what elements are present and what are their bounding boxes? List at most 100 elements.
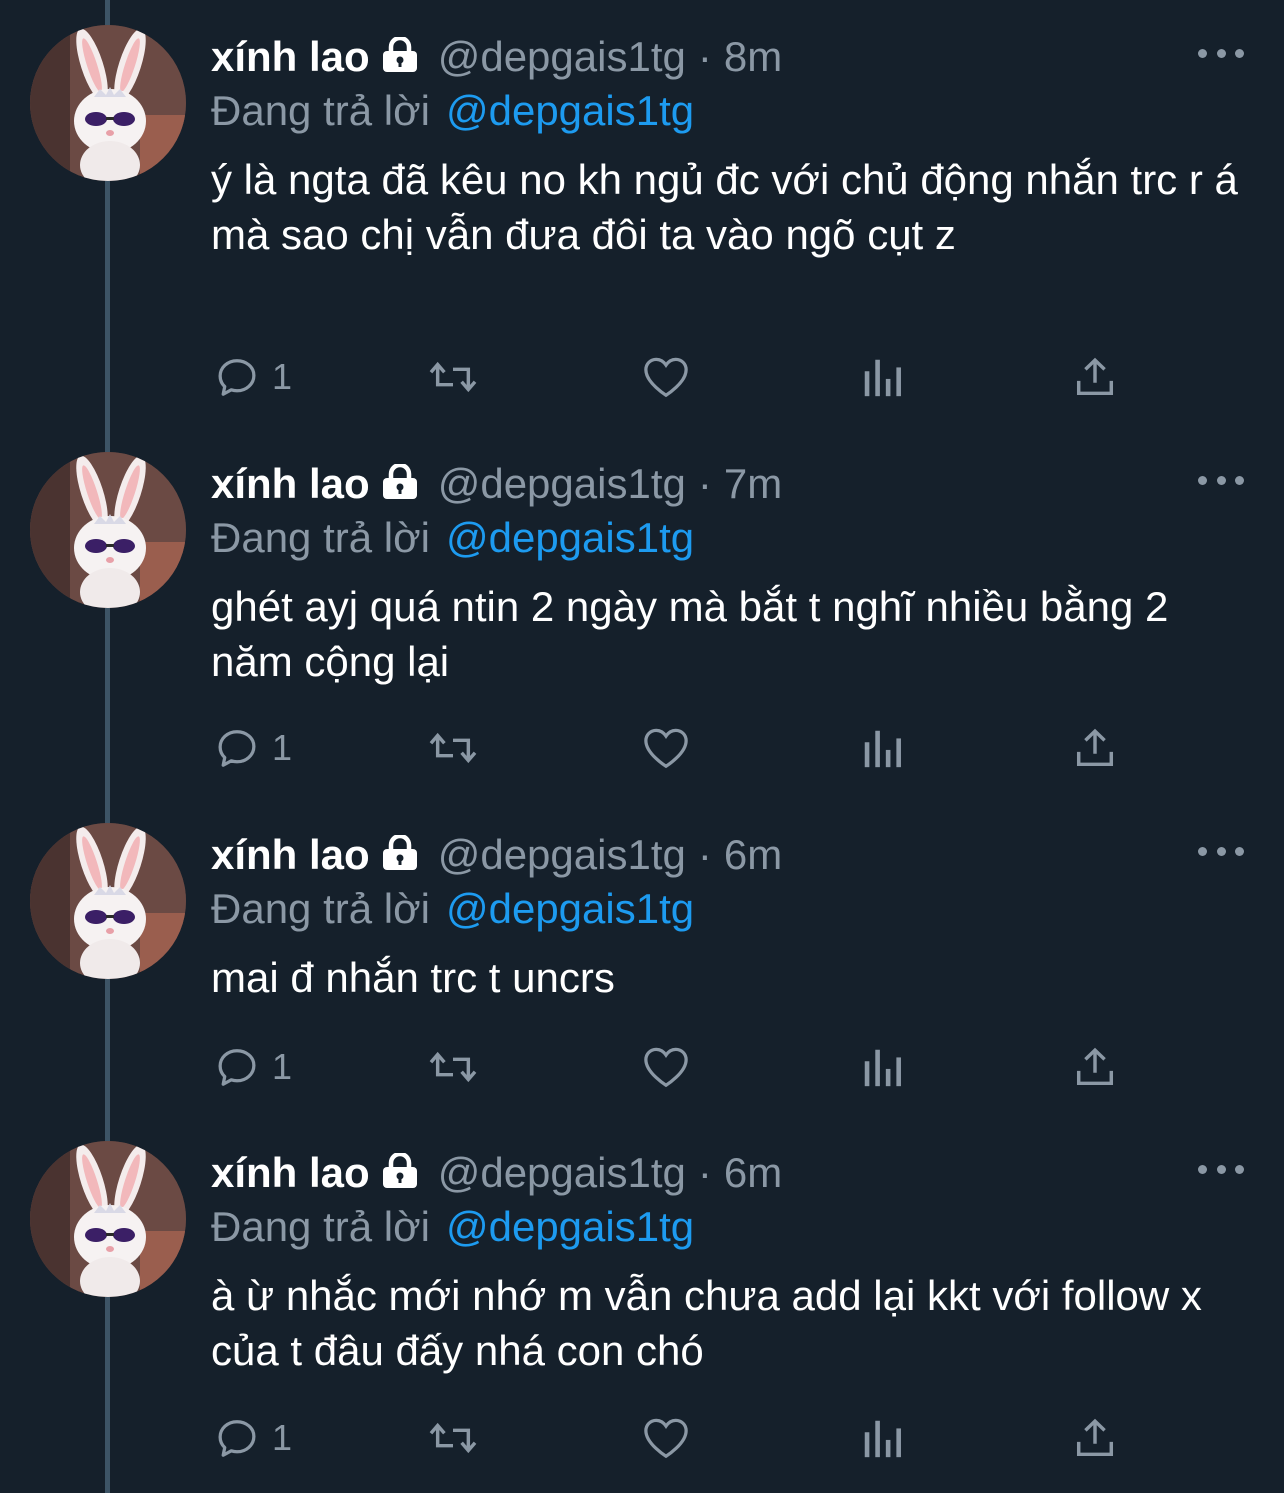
replying-label: Đang trả lời <box>211 885 430 932</box>
tweet-actions: 1 <box>0 352 1284 402</box>
analytics-icon <box>864 1049 901 1087</box>
analytics-button[interactable] <box>860 1413 904 1463</box>
tweet-text: à ừ nhắc mới nhớ m vẫn chưa add lại kkt … <box>211 1272 1202 1374</box>
tweet[interactable]: xính lao @depgais1tg · 8m Đang trả lời @… <box>0 0 1284 430</box>
replying-to: Đang trả lời @depgais1tg <box>211 1200 694 1254</box>
reply-count: 1 <box>272 1046 293 1087</box>
reply-button[interactable]: 1 <box>214 723 292 773</box>
analytics-button[interactable] <box>860 352 904 402</box>
more-options-icon[interactable] <box>1198 838 1244 864</box>
replying-to: Đang trả lời @depgais1tg <box>211 882 694 936</box>
retweet-button[interactable] <box>425 1042 481 1092</box>
mention-link[interactable]: @depgais1tg <box>446 885 694 933</box>
analytics-icon <box>864 730 901 768</box>
retweet-button[interactable] <box>425 723 481 773</box>
replying-label: Đang trả lời <box>211 1203 430 1250</box>
like-button[interactable] <box>640 723 692 773</box>
separator-dot: · <box>697 460 712 507</box>
timestamp[interactable]: 6m <box>724 1149 782 1197</box>
tweet-actions: 1 <box>0 723 1284 773</box>
display-name[interactable]: xính lao <box>211 33 370 81</box>
share-button[interactable] <box>1072 1042 1118 1092</box>
tweet-header: xính lao @depgais1tg · 6m <box>211 828 782 882</box>
tweet-actions: 1 <box>0 1042 1284 1092</box>
replying-label: Đang trả lời <box>211 514 430 561</box>
avatar[interactable] <box>30 823 186 979</box>
like-button[interactable] <box>640 1413 692 1463</box>
lock-icon <box>380 462 420 505</box>
reply-button[interactable]: 1 <box>214 352 292 402</box>
heart-icon <box>644 1047 688 1088</box>
reply-button[interactable]: 1 <box>214 1413 292 1463</box>
share-icon <box>1076 1418 1114 1457</box>
avatar[interactable] <box>30 452 186 608</box>
like-button[interactable] <box>640 352 692 402</box>
more-options-icon[interactable] <box>1198 40 1244 66</box>
avatar[interactable] <box>30 1141 186 1297</box>
reply-count: 1 <box>272 727 293 768</box>
display-name[interactable]: xính lao <box>211 1149 370 1197</box>
display-name[interactable]: xính lao <box>211 460 370 508</box>
retweet-icon <box>429 1051 477 1083</box>
heart-icon <box>644 728 688 769</box>
tweet-header: xính lao @depgais1tg · 7m <box>211 457 782 511</box>
tweet-header: xính lao @depgais1tg · 6m <box>211 1146 782 1200</box>
tweet-text: ý là ngta đã kêu no kh ngủ đc với chủ độ… <box>211 156 1238 258</box>
reply-icon <box>218 1420 256 1457</box>
share-button[interactable] <box>1072 352 1118 402</box>
replying-to: Đang trả lời @depgais1tg <box>211 511 694 565</box>
lock-icon <box>380 35 420 78</box>
more-options-icon[interactable] <box>1198 467 1244 493</box>
mention-link[interactable]: @depgais1tg <box>446 87 694 135</box>
retweet-button[interactable] <box>425 1413 481 1463</box>
separator-dot: · <box>697 33 712 80</box>
tweet-text: ghét ayj quá ntin 2 ngày mà bắt t nghĩ n… <box>211 583 1169 685</box>
user-handle[interactable]: @depgais1tg <box>438 460 686 508</box>
user-handle[interactable]: @depgais1tg <box>438 831 686 879</box>
retweet-icon <box>429 1422 477 1454</box>
timestamp[interactable]: 8m <box>724 33 782 81</box>
retweet-button[interactable] <box>425 352 481 402</box>
tweet-actions: 1 <box>0 1413 1284 1463</box>
share-button[interactable] <box>1072 723 1118 773</box>
separator-dot: · <box>697 831 712 878</box>
heart-icon <box>644 357 688 398</box>
retweet-icon <box>429 732 477 764</box>
lock-icon <box>380 833 420 876</box>
share-button[interactable] <box>1072 1413 1118 1463</box>
user-handle[interactable]: @depgais1tg <box>438 1149 686 1197</box>
tweet[interactable]: xính lao @depgais1tg · 6m Đang trả lời @… <box>0 1116 1284 1493</box>
replying-to: Đang trả lời @depgais1tg <box>211 84 694 138</box>
user-handle[interactable]: @depgais1tg <box>438 33 686 81</box>
timestamp[interactable]: 7m <box>724 460 782 508</box>
analytics-button[interactable] <box>860 723 904 773</box>
separator-dot: · <box>697 1149 712 1196</box>
reply-icon <box>218 1049 256 1086</box>
analytics-button[interactable] <box>860 1042 904 1092</box>
reply-count: 1 <box>272 356 293 397</box>
analytics-icon <box>864 1420 901 1458</box>
share-icon <box>1076 1047 1114 1086</box>
reply-count: 1 <box>272 1417 293 1458</box>
analytics-icon <box>864 359 901 397</box>
tweet-header: xính lao @depgais1tg · 8m <box>211 30 782 84</box>
reply-icon <box>218 359 256 396</box>
timestamp[interactable]: 6m <box>724 831 782 879</box>
display-name[interactable]: xính lao <box>211 831 370 879</box>
replying-label: Đang trả lời <box>211 87 430 134</box>
lock-icon <box>380 1151 420 1194</box>
tweet[interactable]: xính lao @depgais1tg · 7m Đang trả lời @… <box>0 427 1284 799</box>
tweet-text: mai đ nhắn trc t uncrs <box>211 954 615 1001</box>
avatar[interactable] <box>30 25 186 181</box>
tweet[interactable]: xính lao @depgais1tg · 6m Đang trả lời @… <box>0 798 1284 1116</box>
reply-button[interactable]: 1 <box>214 1042 292 1092</box>
mention-link[interactable]: @depgais1tg <box>446 1203 694 1251</box>
mention-link[interactable]: @depgais1tg <box>446 514 694 562</box>
like-button[interactable] <box>640 1042 692 1092</box>
share-icon <box>1076 728 1114 767</box>
reply-icon <box>218 730 256 767</box>
heart-icon <box>644 1418 688 1459</box>
retweet-icon <box>429 361 477 393</box>
more-options-icon[interactable] <box>1198 1156 1244 1182</box>
share-icon <box>1076 357 1114 396</box>
